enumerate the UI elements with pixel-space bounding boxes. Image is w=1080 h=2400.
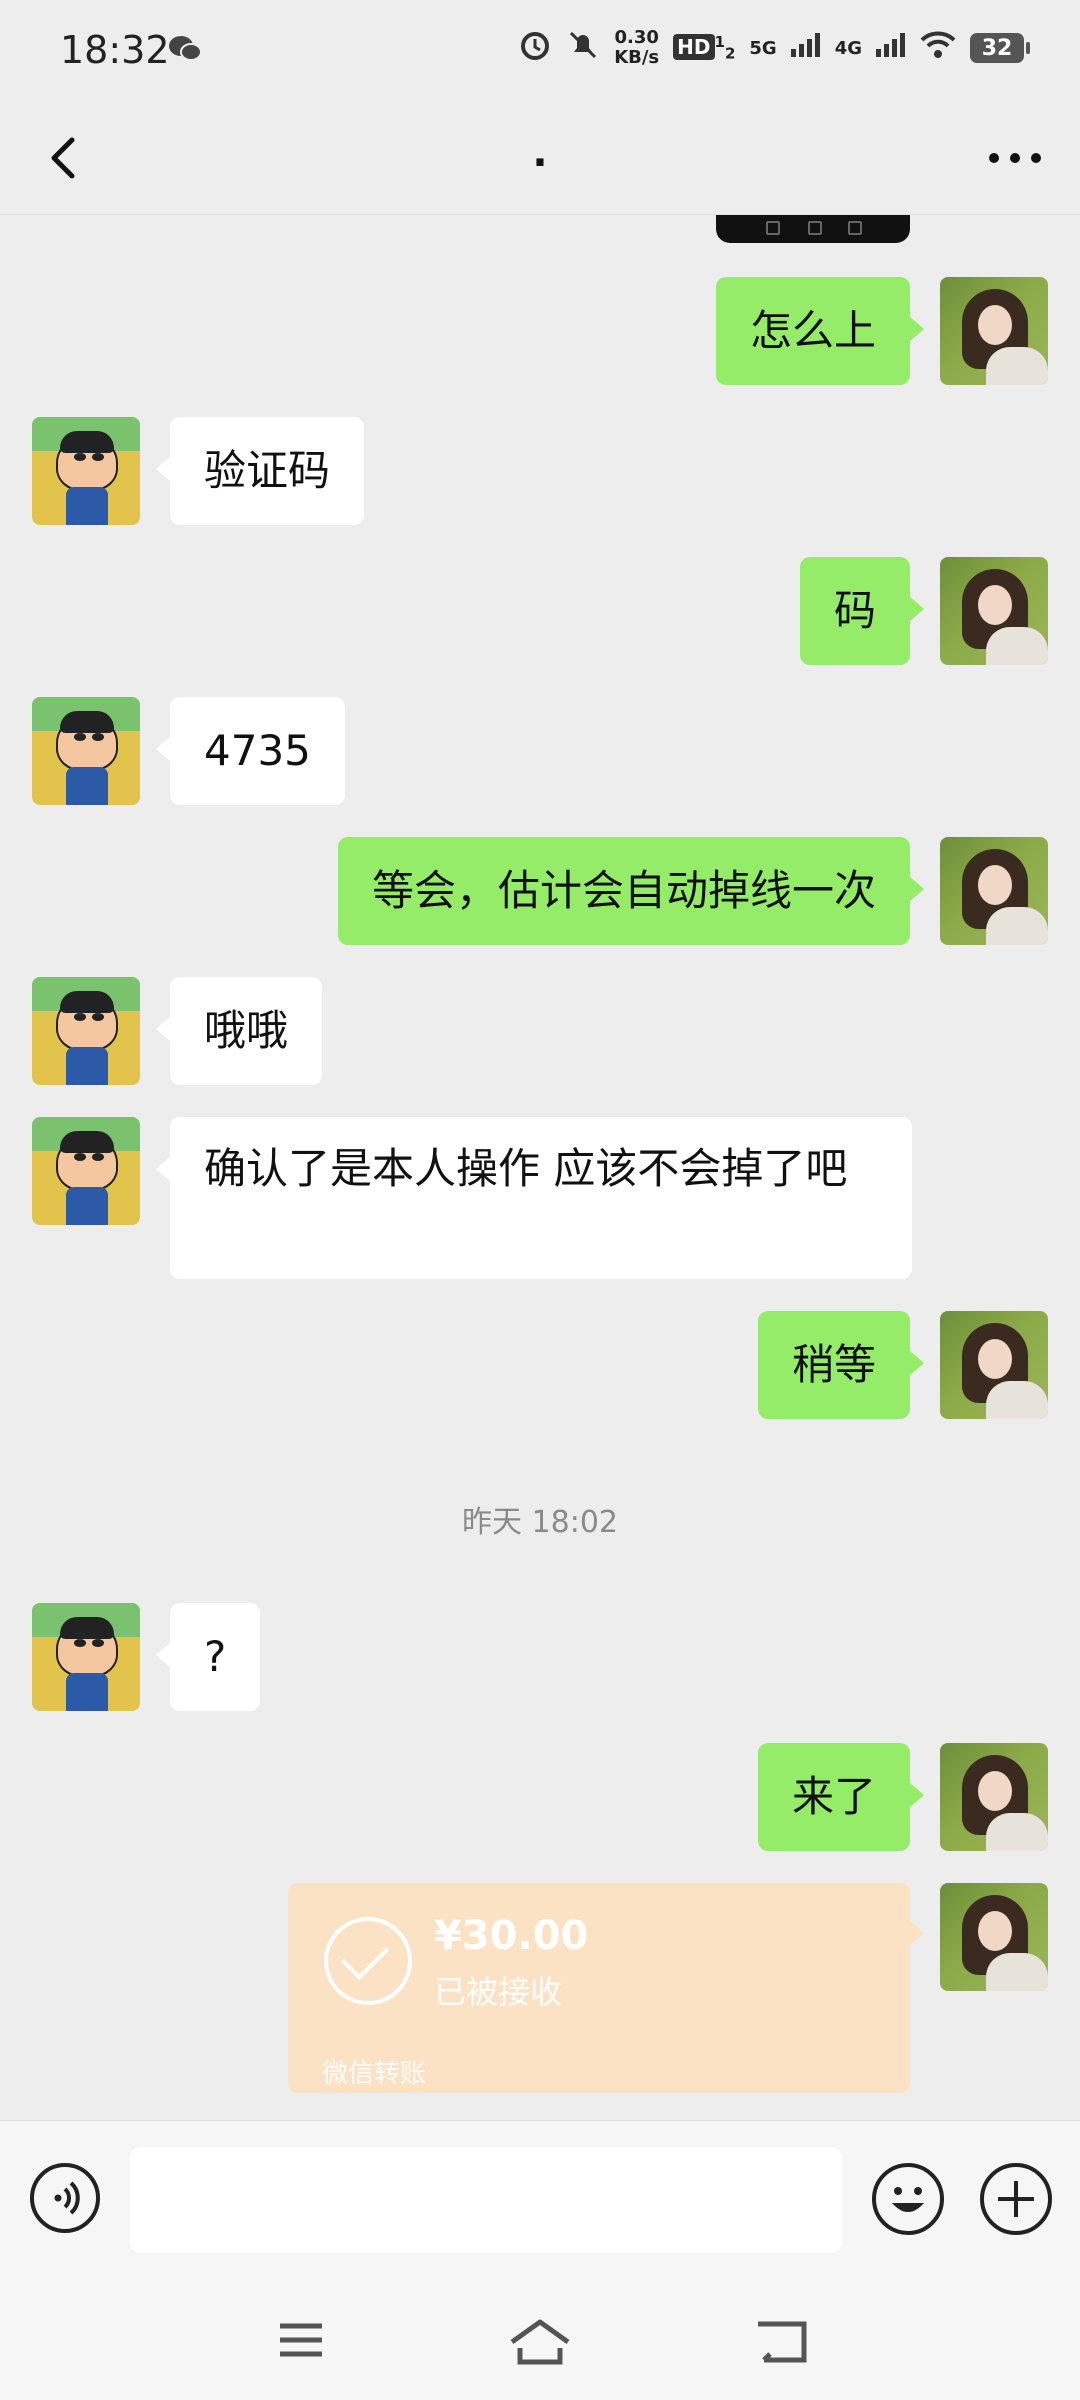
status-icons: 0.30 KB/s HD 12 5G 4G 32 [518, 27, 1030, 68]
message-bubble-sent[interactable]: 怎么上 [715, 277, 925, 385]
back-nav-icon[interactable] [754, 2318, 810, 2366]
voice-icon [54, 2181, 80, 2215]
wifi-icon [920, 31, 956, 65]
message-bubble-received[interactable]: 哦哦 [155, 977, 323, 1085]
message-bubble-sent[interactable]: 来了 [757, 1743, 925, 1851]
message-bubble-received[interactable]: ? [155, 1603, 261, 1711]
signal-bars-icon [790, 33, 821, 63]
contact-avatar[interactable] [32, 1603, 140, 1711]
net-speed: 0.30 KB/s [614, 27, 660, 68]
signal-5g: 5G [749, 37, 777, 59]
my-avatar[interactable] [940, 1311, 1048, 1419]
message-bubble-received[interactable]: 确认了是本人操作 应该不会掉了吧 [156, 1117, 912, 1279]
chat-title: . [532, 130, 548, 176]
battery-icon: 32 [970, 33, 1030, 63]
more-options-button[interactable] [980, 128, 1050, 188]
status-bar: 18:32 0.30 KB/s HD 12 5G 4G 32 [0, 0, 1080, 100]
message-bubble-sent[interactable]: 码 [799, 557, 925, 665]
transfer-status: 已被接收 [434, 1973, 563, 2011]
transfer-amount: ¥30.00 [434, 1913, 589, 1959]
system-nav-bar [0, 2276, 1080, 2400]
signal-4g: 4G [834, 37, 862, 59]
more-dots-icon [989, 153, 1041, 163]
my-avatar[interactable] [940, 277, 1048, 385]
home-icon[interactable] [508, 2318, 572, 2366]
input-bar [0, 2120, 1080, 2277]
message-bubble-sent[interactable]: 稍等 [757, 1311, 925, 1419]
mute-icon [566, 28, 600, 68]
wechat-icon [168, 34, 202, 68]
my-avatar[interactable] [940, 1883, 1048, 1991]
chat-timestamp: 昨天 18:02 [462, 1505, 618, 1540]
status-time: 18:32 [60, 28, 170, 72]
contact-avatar[interactable] [32, 697, 140, 805]
message-input[interactable] [130, 2147, 842, 2253]
menu-icon[interactable] [276, 2318, 326, 2362]
voice-input-button[interactable] [30, 2163, 100, 2233]
chat-area[interactable]: 怎么上 验证码 码 4735 等会，估计会自动掉线一次 哦哦 确认了是本人操作 … [0, 215, 1080, 2120]
my-avatar[interactable] [940, 837, 1048, 945]
check-circle-icon [324, 1917, 412, 2005]
contact-avatar[interactable] [32, 977, 140, 1085]
my-avatar[interactable] [940, 557, 1048, 665]
transfer-brand: 微信转账 [322, 2059, 427, 2089]
plus-icon [998, 2181, 1034, 2217]
emoji-button[interactable] [872, 2163, 944, 2235]
my-avatar[interactable] [940, 1743, 1048, 1851]
hd-indicator: HD 12 [673, 33, 735, 63]
contact-avatar[interactable] [32, 1117, 140, 1225]
smile-icon [892, 2187, 924, 2212]
message-bubble-received[interactable]: 4735 [156, 697, 345, 805]
image-message-fragment[interactable] [716, 215, 910, 243]
contact-avatar[interactable] [32, 417, 140, 525]
more-functions-button[interactable] [980, 2163, 1052, 2235]
message-bubble-sent[interactable]: 等会，估计会自动掉线一次 [337, 837, 925, 945]
alarm-icon [518, 28, 552, 68]
message-bubble-received[interactable]: 验证码 [155, 417, 365, 525]
signal-bars-icon-2 [876, 33, 906, 63]
chat-header: . [0, 100, 1080, 215]
transfer-card[interactable]: ¥30.00 已被接收 微信转账 [288, 1883, 924, 2093]
